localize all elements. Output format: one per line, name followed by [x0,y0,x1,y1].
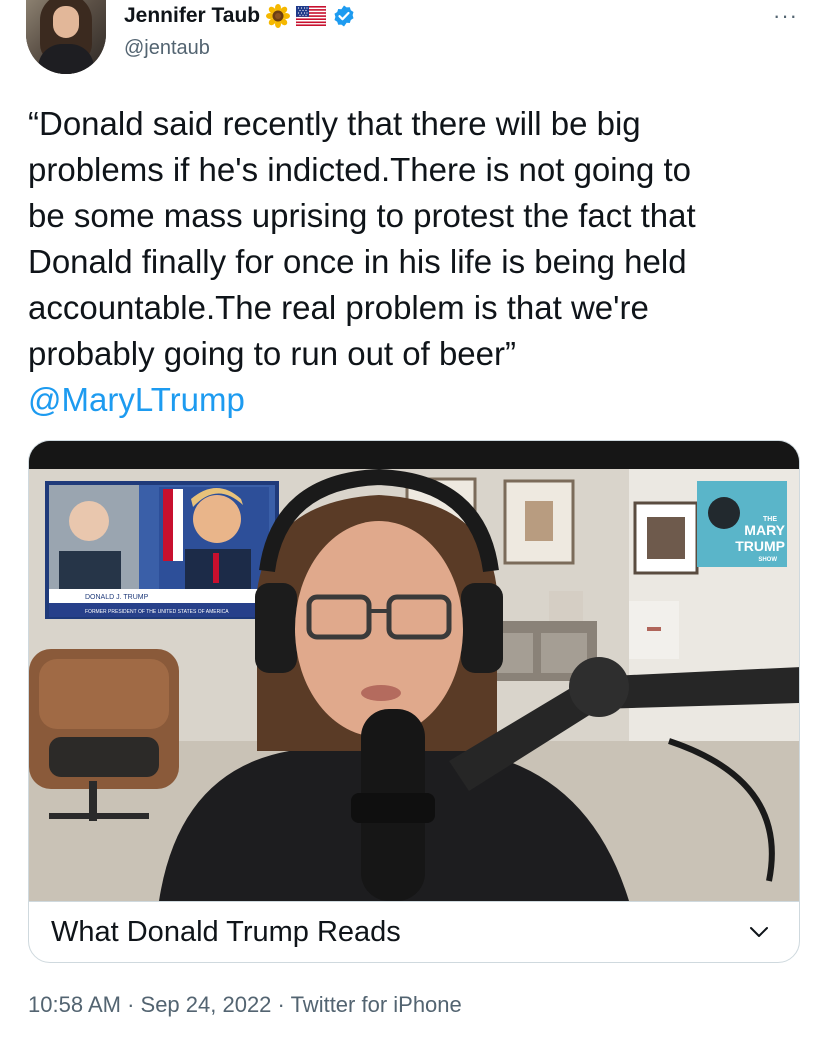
meta-separator: · [271,992,291,1017]
us-flag-icon [296,6,327,26]
logo-mary: MARY [744,522,785,538]
tweet-line: problems if he's indicted.There is not g… [28,151,691,188]
tweet-source[interactable]: Twitter for iPhone [291,992,462,1017]
tweet-date[interactable]: Sep 24, 2022 [141,992,272,1017]
author-name[interactable]: Jennifer Taub [124,4,260,28]
logo-trump: TRUMP [735,538,785,554]
link-card[interactable]: DONALD J. TRUMP FORMER PRESIDENT OF THE … [28,440,800,963]
tweet-line: accountable.The real problem is that we'… [28,289,649,326]
tweet-header: Jennifer Taub @jentaub ··· [0,0,828,80]
author-name-row[interactable]: Jennifer Taub [124,3,356,29]
verified-badge-icon [334,5,354,27]
author-handle[interactable]: @jentaub [124,37,210,60]
meta-separator: · [120,992,141,1017]
avatar[interactable] [26,0,106,74]
chevron-down-icon[interactable] [747,920,771,944]
inset-subcaption: FORMER PRESIDENT OF THE UNITED STATES OF… [85,609,229,615]
logo-show: SHOW [758,557,777,563]
video-thumbnail[interactable]: DONALD J. TRUMP FORMER PRESIDENT OF THE … [29,441,799,901]
video-frame-illustration: DONALD J. TRUMP FORMER PRESIDENT OF THE … [29,441,799,901]
tweet-line: “Donald said recently that there will be… [28,105,641,142]
tweet-line: probably going to run out of beer” [28,335,516,372]
tweet-line: be some mass uprising to protest the fac… [28,197,696,234]
tweet-time[interactable]: 10:58 AM [28,992,121,1017]
card-title[interactable]: What Donald Trump Reads [51,916,401,949]
mention-link[interactable]: @MaryLTrump [28,377,818,423]
tweet-text: “Donald said recently that there will be… [28,101,818,423]
tweet-line: Donald finally for once in his life is b… [28,243,687,280]
tweet-meta: 10:58 AM · Sep 24, 2022 · Twitter for iP… [28,992,462,1018]
inset-caption: DONALD J. TRUMP [85,594,149,601]
more-options-icon[interactable]: ··· [773,5,798,27]
card-footer[interactable]: What Donald Trump Reads [29,901,799,962]
sunflower-icon [266,4,291,28]
